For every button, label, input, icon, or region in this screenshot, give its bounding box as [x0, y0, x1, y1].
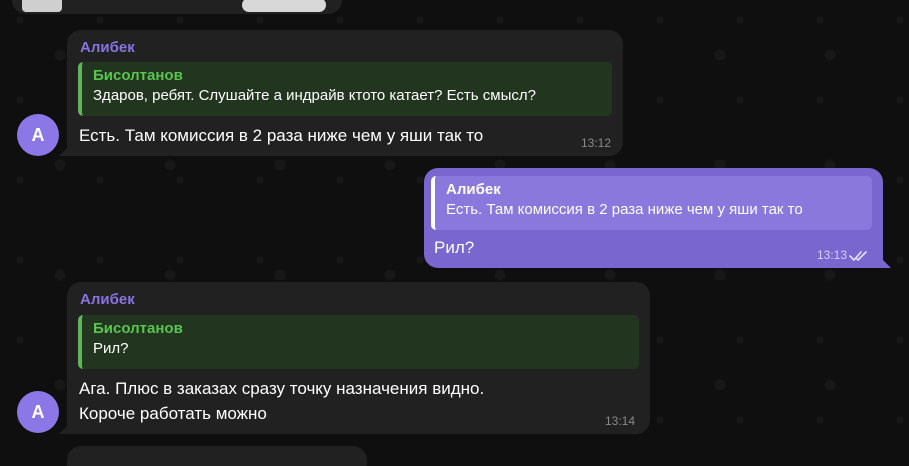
- incoming-message-bubble[interactable]: Алибек Бисолтанов Здаров, ребят. Слушайт…: [67, 30, 623, 156]
- previous-message-fragment: [12, 0, 342, 14]
- double-check-icon: [849, 251, 867, 261]
- next-message-fragment: [67, 446, 367, 466]
- incoming-message-bubble[interactable]: Алибек Бисолтанов Рил? Ага. Плюс в заказ…: [67, 282, 650, 434]
- reply-text: Есть. Там комиссия в 2 раза ниже чем у я…: [446, 201, 803, 218]
- message-text: Есть. Там комиссия в 2 раза ниже чем у я…: [79, 126, 484, 145]
- message-time: 13:12: [580, 136, 611, 150]
- message-meta-pill: [242, 0, 326, 12]
- message-time: 13:13: [816, 248, 847, 262]
- reply-quote[interactable]: Бисолтанов Рил?: [78, 315, 639, 369]
- reply-author: Алибек: [446, 181, 501, 198]
- reply-text: Рил?: [93, 340, 129, 357]
- message-text-line: Короче работать можно: [79, 404, 267, 423]
- outgoing-message-bubble[interactable]: Алибек Есть. Там комиссия в 2 раза ниже …: [424, 168, 883, 268]
- message-time: 13:14: [604, 414, 635, 428]
- reply-quote[interactable]: Бисолтанов Здаров, ребят. Слушайте а инд…: [78, 62, 612, 116]
- reply-text: Здаров, ребят. Слушайте а индрайв ктото …: [93, 87, 536, 104]
- message-text: Ага. Плюс в заказах сразу точку назначен…: [79, 376, 484, 426]
- message-text-line: Ага. Плюс в заказах сразу точку назначен…: [79, 379, 485, 398]
- reply-author: Бисолтанов: [93, 320, 183, 337]
- avatar[interactable]: A: [17, 391, 59, 433]
- message-text: Рил?: [434, 238, 475, 257]
- sender-name[interactable]: Алибек: [80, 39, 135, 56]
- reply-quote[interactable]: Алибек Есть. Там комиссия в 2 раза ниже …: [431, 176, 872, 230]
- sender-name[interactable]: Алибек: [80, 291, 135, 308]
- reply-author: Бисолтанов: [93, 67, 183, 84]
- media-thumbnail: [22, 0, 62, 12]
- avatar[interactable]: A: [17, 114, 59, 156]
